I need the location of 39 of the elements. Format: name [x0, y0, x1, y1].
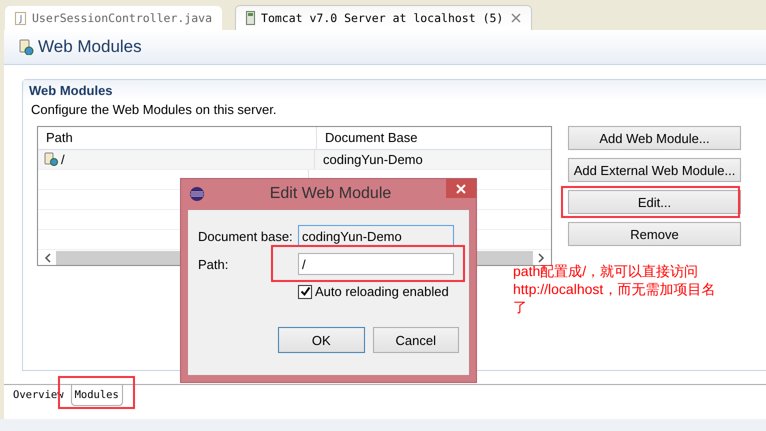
- path-field[interactable]: /: [298, 253, 454, 275]
- field-label: Document base:: [198, 228, 294, 244]
- action-button[interactable]: Add External Web Module...: [568, 158, 741, 182]
- editor-tab[interactable]: Tomcat v7.0 Server at localhost (5): [235, 5, 532, 30]
- dialog-title: Edit Web Module: [268, 185, 392, 203]
- action-button[interactable]: Add Web Module...: [568, 126, 741, 150]
- close-icon: [456, 184, 466, 194]
- checkbox[interactable]: [298, 284, 312, 298]
- annotation-text: http://localhost，而无需加项目名: [513, 280, 716, 298]
- action-button[interactable]: Remove: [568, 222, 741, 246]
- scroll-left-icon[interactable]: [44, 252, 52, 263]
- page-title: Web Modules: [38, 37, 142, 57]
- action-button[interactable]: Edit...: [568, 190, 741, 214]
- column-header[interactable]: Path: [38, 127, 317, 149]
- table-cell-text: codingYun-Demo: [322, 150, 424, 169]
- annotation-text: 了: [513, 298, 527, 316]
- section-title: Web Modules: [29, 82, 113, 98]
- annotation-text: path配置成/，就可以直接访问: [513, 262, 698, 280]
- java-file-icon: [15, 12, 26, 24]
- column-header[interactable]: Document Base: [317, 127, 551, 149]
- table-cell: /: [38, 150, 315, 169]
- scroll-right-icon[interactable]: [537, 252, 545, 263]
- server-icon: [246, 11, 256, 25]
- check-icon: [300, 286, 310, 297]
- editor-tab[interactable]: UserSessionController.java: [5, 6, 222, 30]
- dialog-button[interactable]: OK: [278, 327, 364, 353]
- section-description: Configure the Web Modules on this server.: [30, 101, 278, 119]
- tab-label: Tomcat v7.0 Server at localhost (5): [261, 11, 504, 25]
- dialog-button[interactable]: Cancel: [372, 327, 459, 353]
- close-button[interactable]: [446, 179, 476, 198]
- tab-label: UserSessionController.java: [32, 11, 212, 25]
- page-tab[interactable]: Modules: [70, 385, 123, 406]
- web-module-icon: [18, 39, 34, 55]
- close-icon[interactable]: [511, 13, 522, 23]
- web-module-icon: [44, 152, 58, 166]
- field-label: Path:: [198, 256, 230, 272]
- document-base-field[interactable]: codingYun-Demo: [298, 225, 454, 247]
- eclipse-icon: [189, 186, 205, 202]
- checkbox-label: Auto reloading enabled: [315, 284, 449, 299]
